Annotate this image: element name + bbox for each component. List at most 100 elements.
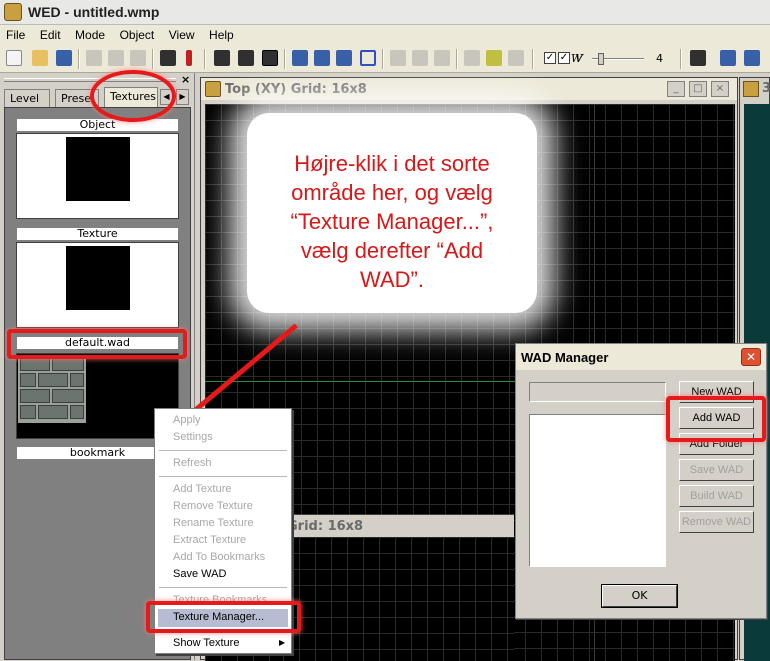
toolbar-separator <box>532 49 534 69</box>
paste-icon[interactable] <box>108 50 124 66</box>
menu-item-add-texture[interactable]: Add Texture <box>173 483 232 495</box>
toolbar-separator <box>382 49 384 69</box>
wad-name-field[interactable] <box>529 382 666 402</box>
callout-text: Højre-klik i det sorte område her, og væ… <box>247 149 537 294</box>
object-preview <box>66 137 130 201</box>
menu-file[interactable]: File <box>0 25 30 42</box>
menu-item-settings[interactable]: Settings <box>173 431 213 443</box>
submenu-arrow-icon: ▶ <box>279 638 286 647</box>
menu-separator <box>159 587 287 588</box>
build-icon[interactable] <box>160 50 176 66</box>
menu-help[interactable]: Help <box>203 25 239 42</box>
link-icon[interactable] <box>390 50 406 66</box>
mirror-icon[interactable] <box>464 50 480 66</box>
callout-line: Højre-klik i det sorte <box>294 151 490 176</box>
move-tool-icon[interactable] <box>214 50 230 66</box>
wad-manager-dialog: WAD Manager ✕ New WAD Add WAD Add Folder… <box>515 343 767 619</box>
slot-object-label: Object <box>16 118 179 132</box>
close-button[interactable]: × <box>711 81 729 97</box>
checkbox-label-v: V <box>575 52 583 65</box>
menu-object[interactable]: Object <box>114 25 160 42</box>
menu-separator <box>159 450 287 451</box>
group-icon[interactable] <box>434 50 450 66</box>
camera-icon[interactable] <box>744 50 760 66</box>
menu-view[interactable]: View <box>163 25 200 42</box>
dialog-caption[interactable]: WAD Manager ✕ <box>516 344 766 370</box>
slot-texture[interactable] <box>16 242 179 328</box>
select-box-icon[interactable] <box>360 50 376 66</box>
undo-icon[interactable] <box>130 50 146 66</box>
run-icon[interactable] <box>186 50 192 66</box>
menu-item-remove-texture[interactable]: Remove Texture <box>173 500 253 512</box>
window-title: WED - untitled.wmp <box>28 4 160 20</box>
app-icon <box>4 3 22 21</box>
object-tool-icon[interactable] <box>336 50 352 66</box>
new-file-icon[interactable] <box>6 50 22 66</box>
menu-item-show-texture[interactable]: Show Texture <box>173 637 239 649</box>
texture-preview <box>66 246 130 310</box>
instruction-callout: Højre-klik i det sorte område her, og væ… <box>247 113 537 313</box>
callout-line: “Texture Manager...”, <box>290 209 494 234</box>
annotation-wad-slot <box>7 329 187 359</box>
tab-scroll-right-icon[interactable]: ▶ <box>176 89 189 105</box>
menu-item-apply[interactable]: Apply <box>173 414 201 426</box>
side-view-window: Grid: 16x8 <box>283 514 514 661</box>
scale-tool-icon[interactable] <box>262 50 278 66</box>
annotation-add-wad <box>666 396 766 442</box>
menu-edit[interactable]: Edit <box>34 25 66 42</box>
annotation-texture-manager <box>146 601 301 633</box>
callout-line: WAD”. <box>360 267 424 292</box>
stone-brick-texture[interactable] <box>18 355 86 423</box>
slot-object[interactable] <box>16 133 179 219</box>
face-tool-icon[interactable] <box>314 50 330 66</box>
menu-item-rename-texture[interactable]: Rename Texture <box>173 517 254 529</box>
toolbar: ✓ ✓ W V 4 <box>0 45 770 73</box>
minimize-button[interactable]: _ <box>667 81 685 97</box>
wad-list[interactable] <box>529 414 666 567</box>
annotation-textures-tab <box>90 70 176 122</box>
toolbar-separator <box>152 49 154 69</box>
pan-icon[interactable] <box>690 50 706 66</box>
vertex-tool-icon[interactable] <box>292 50 308 66</box>
build-wad-button[interactable]: Build WAD <box>679 485 754 507</box>
save-wad-button[interactable]: Save WAD <box>679 459 754 481</box>
menu-bar: File Edit Mode Object View Help <box>0 25 770 45</box>
speed-slider-thumb[interactable] <box>598 53 604 65</box>
3d-view-title: 3 <box>762 81 770 96</box>
toolbar-separator <box>456 49 458 69</box>
open-folder-icon[interactable] <box>32 50 48 66</box>
rotate-tool-icon[interactable] <box>238 50 254 66</box>
menu-mode[interactable]: Mode <box>69 25 110 42</box>
title-bar: WED - untitled.wmp <box>0 0 770 25</box>
view-window-icon <box>205 81 221 97</box>
menu-item-refresh[interactable]: Refresh <box>173 457 212 469</box>
panel-close-icon[interactable]: × <box>181 73 190 86</box>
copy-icon[interactable] <box>86 50 102 66</box>
menu-item-add-to-bookmarks[interactable]: Add To Bookmarks <box>173 551 265 563</box>
add-light-icon[interactable] <box>486 50 502 66</box>
refresh-icon[interactable] <box>720 50 736 66</box>
unlink-icon[interactable] <box>412 50 428 66</box>
view-checkbox-2[interactable]: ✓ <box>558 52 570 64</box>
menu-separator <box>159 476 287 477</box>
tab-level[interactable]: Level <box>4 89 50 107</box>
toolbar-separator <box>78 49 80 69</box>
sound-icon[interactable] <box>508 50 524 66</box>
top-view-title: Top (XY) Grid: 16x8 <box>225 82 367 97</box>
side-view-viewport[interactable] <box>283 537 514 661</box>
save-icon[interactable] <box>56 50 72 66</box>
slot-texture-label: Texture <box>16 227 179 241</box>
menu-item-save-wad[interactable]: Save WAD <box>173 568 226 580</box>
ok-button[interactable]: OK <box>601 584 678 608</box>
slider-value: 4 <box>656 52 663 65</box>
dialog-close-button[interactable]: ✕ <box>741 348 761 366</box>
toolbar-separator <box>284 49 286 69</box>
top-view-caption[interactable]: Top (XY) Grid: 16x8 _ □ × <box>201 78 737 100</box>
menu-item-extract-texture[interactable]: Extract Texture <box>173 534 246 546</box>
view-checkbox-1[interactable]: ✓ <box>544 52 556 64</box>
maximize-button[interactable]: □ <box>689 81 707 97</box>
callout-line: område her, og vælg <box>291 180 493 205</box>
remove-wad-button[interactable]: Remove WAD <box>679 511 754 533</box>
callout-line: vælg derefter “Add <box>300 238 484 263</box>
toolbar-separator <box>204 49 206 69</box>
